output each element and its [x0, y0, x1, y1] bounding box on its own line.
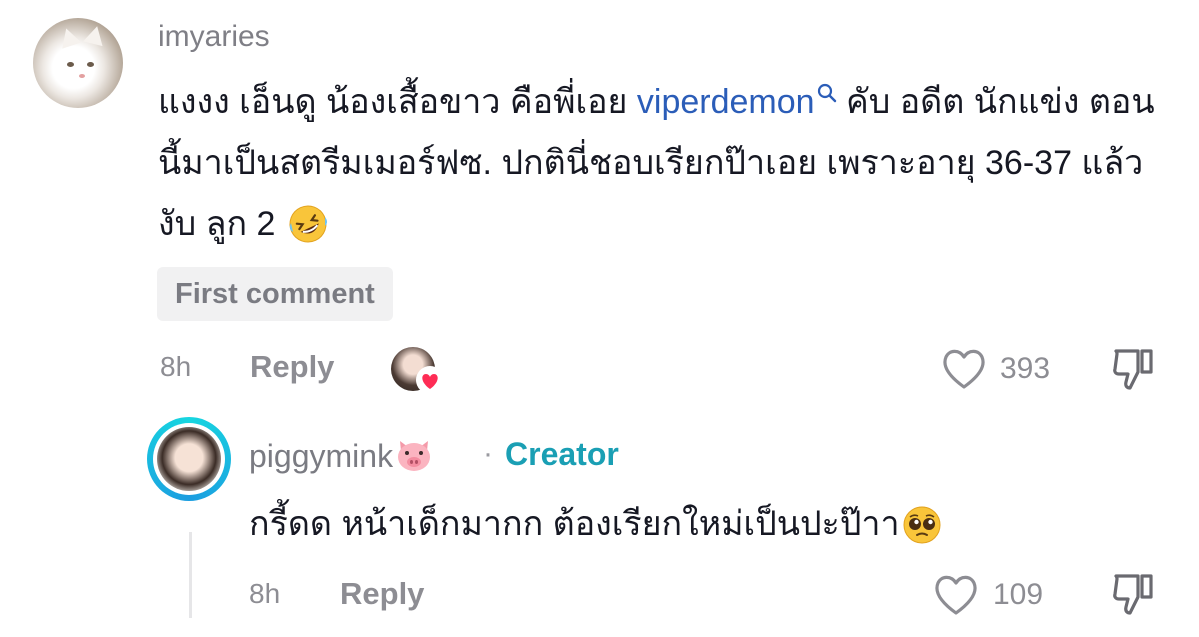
separator-dot: ·	[483, 437, 493, 470]
thread-line	[189, 532, 192, 618]
thumbs-down-icon[interactable]	[1110, 571, 1156, 617]
first-comment-badge: First comment	[157, 267, 393, 321]
like-count: 393	[1000, 352, 1051, 385]
reply-button[interactable]: Reply	[250, 349, 334, 385]
pleading-face-emoji	[903, 506, 941, 544]
comment-text: แงงง เอ็นดู น้องเสื้อขาว คือพี่เอย viper…	[158, 72, 1158, 255]
reply-timestamp: 8h	[249, 578, 281, 609]
mention-link[interactable]: viperdemon	[637, 83, 837, 121]
reply-username-text[interactable]: piggymink	[249, 438, 393, 474]
commenter-avatar[interactable]	[33, 18, 123, 108]
heart-badge-icon	[416, 366, 444, 394]
search-icon	[817, 83, 836, 103]
creator-label: Creator	[505, 436, 619, 472]
commenter-username[interactable]: imyaries	[158, 20, 270, 54]
heart-outline-icon[interactable]	[932, 573, 980, 617]
reply-username[interactable]: piggymink	[249, 437, 433, 475]
thumbs-down-icon[interactable]	[1110, 346, 1156, 392]
comment-timestamp: 8h	[160, 351, 192, 382]
comment-text-part1: แงงง เอ็นดู น้องเสื้อขาว คือพี่เอย	[158, 83, 637, 121]
reply-text: กรี้ดด หน้าเด็กมากก ต้องเรียกใหม่เป็นปะป…	[249, 496, 942, 550]
mention-username[interactable]: viperdemon	[637, 83, 815, 121]
heart-outline-icon[interactable]	[940, 347, 988, 391]
creator-avatar[interactable]	[153, 423, 225, 495]
reply-text-content: กรี้ดด หน้าเด็กมากก ต้องเรียกใหม่เป็นปะป…	[249, 505, 900, 543]
like-count-2: 109	[993, 578, 1044, 611]
reply-button-2[interactable]: Reply	[340, 576, 424, 612]
pig-face-emoji	[398, 441, 431, 471]
rofl-emoji	[289, 205, 327, 243]
